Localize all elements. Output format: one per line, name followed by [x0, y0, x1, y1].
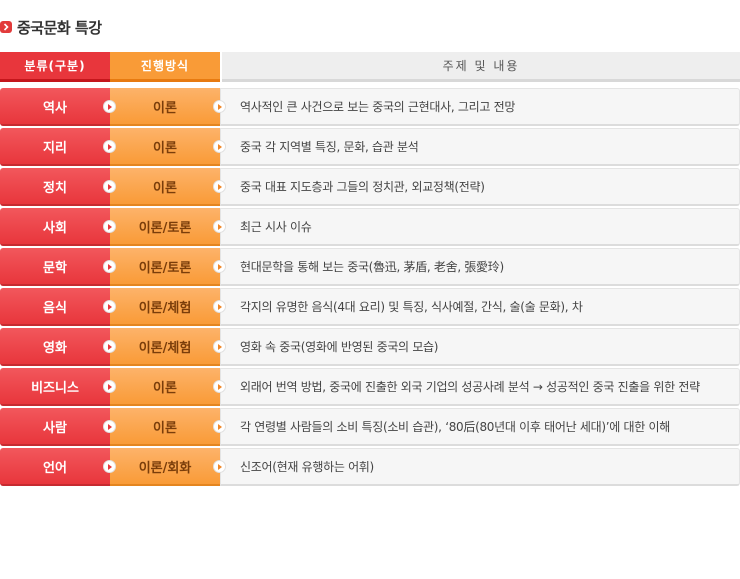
- category-cell: 정치: [0, 168, 116, 206]
- table-row: 비즈니스 이론 외래어 번역 방법, 중국에 진출한 외국 기업의 성공사례 분…: [0, 368, 740, 406]
- category-label: 역사: [43, 100, 67, 116]
- play-arrow-icon: [103, 380, 116, 393]
- method-label: 이론/회화: [138, 460, 192, 476]
- topic-cell: 최근 시사 이슈: [220, 208, 740, 246]
- method-label: 이론/토론: [138, 220, 192, 236]
- topic-cell: 중국 각 지역별 특징, 문화, 습관 분석: [220, 128, 740, 166]
- category-label: 비즈니스: [31, 380, 79, 396]
- play-arrow-icon: [103, 300, 116, 313]
- category-cell: 역사: [0, 88, 116, 126]
- category-label: 문학: [43, 260, 67, 276]
- method-label: 이론/체험: [138, 300, 192, 316]
- category-label: 정치: [43, 180, 67, 196]
- method-label: 이론/토론: [138, 260, 192, 276]
- topic-cell: 역사적인 큰 사건으로 보는 중국의 근현대사, 그리고 전망: [220, 88, 740, 126]
- category-cell: 언어: [0, 448, 116, 486]
- table-row: 사회 이론/토론 최근 시사 이슈: [0, 208, 740, 246]
- method-label: 이론/체험: [138, 340, 192, 356]
- method-cell: 이론/회화: [110, 448, 226, 486]
- play-arrow-icon: [213, 220, 226, 233]
- method-label: 이론: [153, 180, 177, 196]
- method-label: 이론: [153, 100, 177, 116]
- topic-cell: 각 연령별 사람들의 소비 특징(소비 습관), ‘80后(80년대 이후 태어…: [220, 408, 740, 446]
- play-arrow-icon: [213, 420, 226, 433]
- play-arrow-icon: [213, 180, 226, 193]
- category-cell: 사람: [0, 408, 116, 446]
- method-cell: 이론/토론: [110, 208, 226, 246]
- category-label: 사람: [43, 420, 67, 436]
- method-cell: 이론/체험: [110, 288, 226, 326]
- method-cell: 이론/토론: [110, 248, 226, 286]
- play-arrow-icon: [213, 260, 226, 273]
- method-label: 이론: [153, 140, 177, 156]
- topic-cell: 각지의 유명한 음식(4대 요리) 및 특징, 식사예절, 간식, 술(술 문화…: [220, 288, 740, 326]
- category-label: 음식: [43, 300, 67, 316]
- header-method: 진행방식: [110, 52, 220, 82]
- category-label: 사회: [43, 220, 67, 236]
- play-arrow-icon: [103, 220, 116, 233]
- table-row: 사람 이론 각 연령별 사람들의 소비 특징(소비 습관), ‘80后(80년대…: [0, 408, 740, 446]
- table-row: 영화 이론/체험 영화 속 중국(영화에 반영된 중국의 모습): [0, 328, 740, 366]
- table-row: 언어 이론/회화 신조어(현재 유행하는 어휘): [0, 448, 740, 486]
- play-arrow-icon: [103, 340, 116, 353]
- topic-cell: 외래어 번역 방법, 중국에 진출한 외국 기업의 성공사례 분석 → 성공적인…: [220, 368, 740, 406]
- play-arrow-icon: [213, 300, 226, 313]
- play-arrow-icon: [213, 340, 226, 353]
- category-label: 언어: [43, 460, 67, 476]
- page-title-bar: 중국문화 특강: [0, 15, 102, 39]
- method-cell: 이론: [110, 88, 226, 126]
- play-arrow-icon: [103, 260, 116, 273]
- play-arrow-icon: [103, 420, 116, 433]
- method-label: 이론: [153, 420, 177, 436]
- method-label: 이론: [153, 380, 177, 396]
- category-cell: 영화: [0, 328, 116, 366]
- header-category: 분류(구분): [0, 52, 110, 82]
- topic-cell: 중국 대표 지도층과 그들의 정치관, 외교정책(전략): [220, 168, 740, 206]
- category-label: 영화: [43, 340, 67, 356]
- table-row: 음식 이론/체험 각지의 유명한 음식(4대 요리) 및 특징, 식사예절, 간…: [0, 288, 740, 326]
- table-row: 문학 이론/토론 현대문학을 통해 보는 중국(魯迅, 茅盾, 老舍, 張愛玲): [0, 248, 740, 286]
- table-row: 역사 이론 역사적인 큰 사건으로 보는 중국의 근현대사, 그리고 전망: [0, 88, 740, 126]
- category-cell: 사회: [0, 208, 116, 246]
- category-label: 지리: [43, 140, 67, 156]
- topic-cell: 현대문학을 통해 보는 중국(魯迅, 茅盾, 老舍, 張愛玲): [220, 248, 740, 286]
- play-arrow-icon: [103, 180, 116, 193]
- table-header: 분류(구분) 진행방식 주제 및 내용: [0, 52, 740, 82]
- category-cell: 지리: [0, 128, 116, 166]
- table-row: 지리 이론 중국 각 지역별 특징, 문화, 습관 분석: [0, 128, 740, 166]
- play-arrow-icon: [103, 100, 116, 113]
- category-cell: 음식: [0, 288, 116, 326]
- method-cell: 이론: [110, 408, 226, 446]
- play-arrow-icon: [213, 460, 226, 473]
- play-arrow-icon: [213, 100, 226, 113]
- category-cell: 비즈니스: [0, 368, 116, 406]
- lecture-table: 역사 이론 역사적인 큰 사건으로 보는 중국의 근현대사, 그리고 전망 지리…: [0, 88, 740, 488]
- topic-cell: 신조어(현재 유행하는 어휘): [220, 448, 740, 486]
- play-arrow-icon: [213, 380, 226, 393]
- method-cell: 이론: [110, 128, 226, 166]
- topic-cell: 영화 속 중국(영화에 반영된 중국의 모습): [220, 328, 740, 366]
- header-topic: 주제 및 내용: [222, 52, 740, 82]
- category-cell: 문학: [0, 248, 116, 286]
- play-arrow-icon: [103, 140, 116, 153]
- method-cell: 이론: [110, 168, 226, 206]
- chevron-right-icon: [0, 21, 12, 33]
- play-arrow-icon: [213, 140, 226, 153]
- play-arrow-icon: [103, 460, 116, 473]
- method-cell: 이론: [110, 368, 226, 406]
- page-title: 중국문화 특강: [17, 18, 102, 37]
- method-cell: 이론/체험: [110, 328, 226, 366]
- table-row: 정치 이론 중국 대표 지도층과 그들의 정치관, 외교정책(전략): [0, 168, 740, 206]
